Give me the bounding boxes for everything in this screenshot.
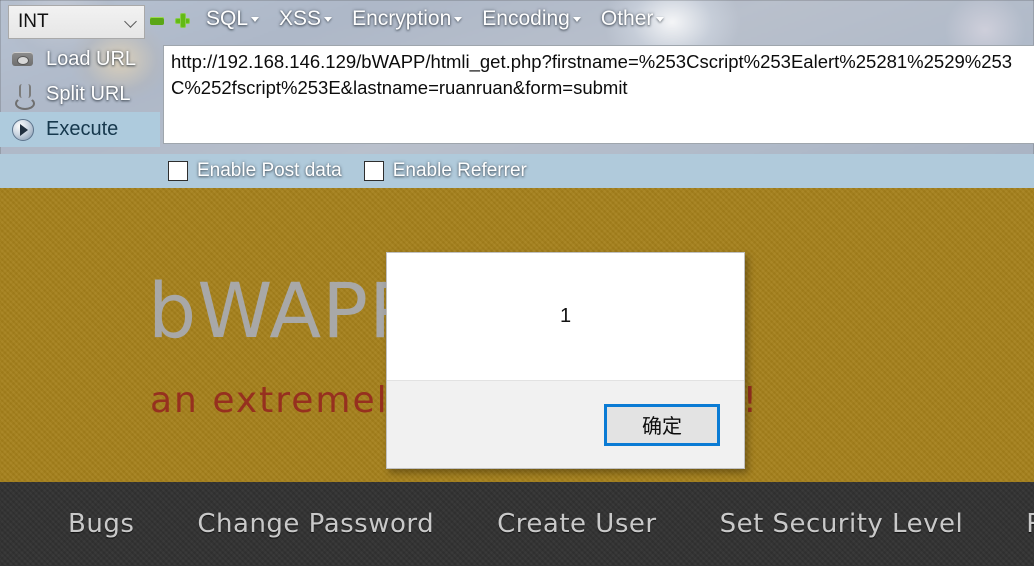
checkbox-box[interactable] bbox=[168, 161, 188, 181]
load-url-button[interactable]: Load URL bbox=[0, 42, 160, 77]
alert-message-area: 1 bbox=[387, 253, 744, 381]
checkbox-box[interactable] bbox=[363, 161, 384, 181]
alert-message-text: 1 bbox=[559, 305, 572, 327]
nav-item-bugs[interactable]: Bugs bbox=[68, 509, 134, 539]
menu-item-encoding-label: Encoding bbox=[482, 7, 570, 30]
hackbar-toolbar: INT SQL XSS Encryption Encoding Other Lo… bbox=[0, 0, 1034, 188]
enable-post-data-checkbox[interactable]: Enable Post data bbox=[168, 160, 342, 182]
javascript-alert-dialog: 1 确定 bbox=[386, 252, 745, 469]
chevron-down-icon bbox=[126, 16, 138, 28]
mode-select[interactable]: INT bbox=[8, 5, 145, 39]
hackbar-action-list: Load URL Split URL Execute bbox=[0, 42, 160, 147]
split-url-button[interactable]: Split URL bbox=[0, 77, 160, 112]
nav-item-reset[interactable]: Reset bbox=[1026, 509, 1034, 539]
enable-referrer-label: Enable Referrer bbox=[392, 160, 527, 181]
menu-item-other[interactable]: Other bbox=[601, 7, 665, 31]
mode-select-value: INT bbox=[18, 11, 49, 32]
caret-down-icon bbox=[572, 17, 581, 22]
load-url-icon bbox=[10, 47, 36, 73]
caret-down-icon bbox=[454, 17, 463, 22]
caret-down-icon bbox=[251, 17, 260, 22]
minus-icon[interactable] bbox=[150, 16, 164, 25]
split-url-label: Split URL bbox=[46, 83, 131, 105]
execute-label: Execute bbox=[46, 118, 119, 140]
enable-referrer-checkbox[interactable]: Enable Referrer bbox=[363, 160, 527, 182]
menu-item-xss[interactable]: XSS bbox=[279, 7, 333, 31]
scissors-icon bbox=[10, 82, 36, 110]
nav-item-set-security-level[interactable]: Set Security Level bbox=[720, 509, 964, 539]
menu-item-encryption[interactable]: Encryption bbox=[352, 7, 463, 31]
menu-item-other-label: Other bbox=[600, 7, 654, 30]
bwapp-logo: bWAPP bbox=[148, 266, 416, 355]
alert-footer: 确定 bbox=[387, 381, 744, 468]
play-circle-icon bbox=[10, 117, 36, 143]
menu-item-encoding[interactable]: Encoding bbox=[482, 7, 581, 31]
alert-ok-button[interactable]: 确定 bbox=[604, 403, 720, 446]
plus-icon[interactable] bbox=[175, 13, 190, 28]
enable-post-data-label: Enable Post data bbox=[197, 160, 342, 181]
menu-item-xss-label: XSS bbox=[279, 7, 322, 30]
bwapp-bottom-nav: Bugs Change Password Create User Set Sec… bbox=[0, 482, 1034, 566]
zoom-icon-group bbox=[150, 13, 190, 28]
execute-button[interactable]: Execute bbox=[0, 112, 160, 147]
caret-down-icon bbox=[656, 17, 665, 22]
nav-item-change-password[interactable]: Change Password bbox=[197, 509, 434, 539]
hackbar-menubar: SQL XSS Encryption Encoding Other bbox=[206, 7, 665, 31]
menu-item-sql[interactable]: SQL bbox=[206, 7, 260, 31]
hackbar-options-bar: Enable Post data Enable Referrer bbox=[0, 154, 1034, 188]
menu-item-encryption-label: Encryption bbox=[352, 7, 452, 30]
caret-down-icon bbox=[324, 17, 333, 22]
menu-item-sql-label: SQL bbox=[206, 7, 249, 30]
url-input[interactable]: http://192.168.146.129/bWAPP/htmli_get.p… bbox=[163, 45, 1034, 144]
load-url-label: Load URL bbox=[46, 48, 137, 70]
nav-item-create-user[interactable]: Create User bbox=[497, 509, 656, 539]
